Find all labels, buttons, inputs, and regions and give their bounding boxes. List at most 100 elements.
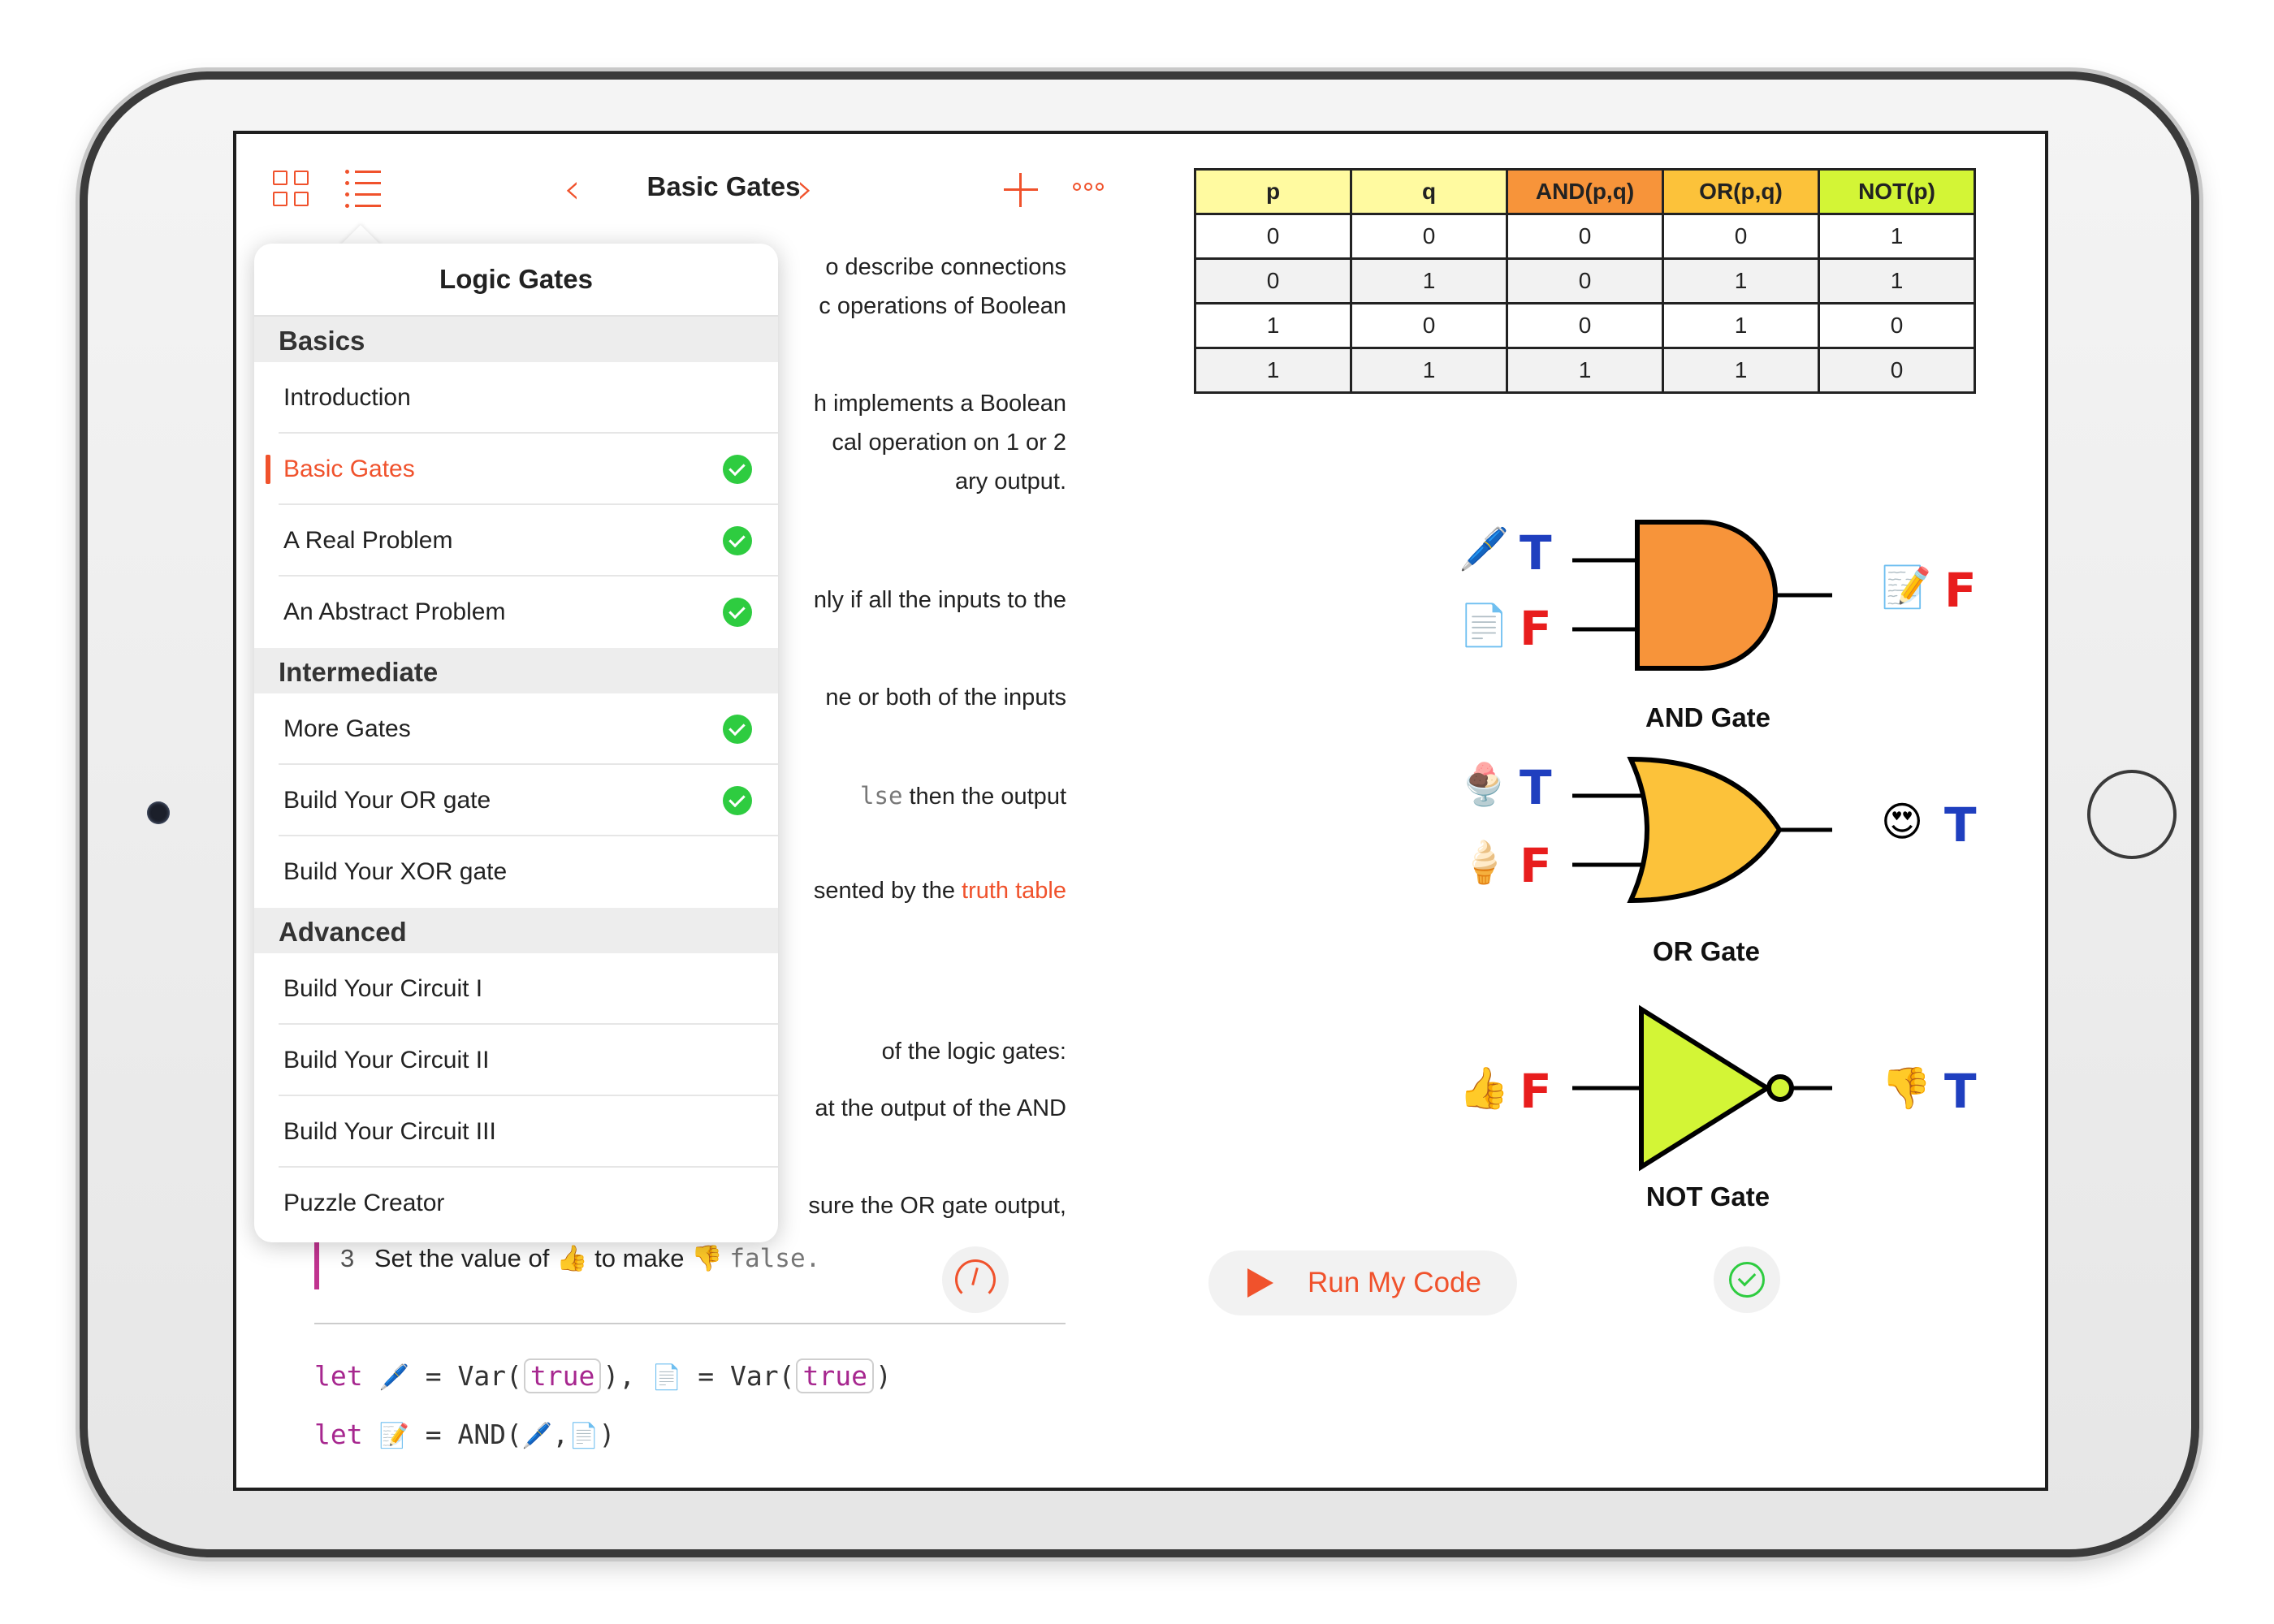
value-token[interactable]: true [523,1358,602,1393]
previous-page-icon[interactable]: ‹ [564,168,581,210]
speedometer-icon [955,1259,996,1300]
step-instruction: 3 Set the value of 👍 to make 👎 false. [340,1244,821,1273]
and-input-1-emoji: 🖊️ [1459,525,1510,572]
truth-table-cell: 0 [1506,213,1664,260]
prose-line: at the output of the AND [815,1095,1066,1121]
prose-line: sure the OR gate output, [808,1193,1066,1219]
chapter-item[interactable]: More Gates [254,693,778,765]
next-page-icon[interactable]: › [797,168,814,210]
truth-table-cell: 0 [1194,257,1352,304]
contents-popover: Logic Gates Basics Introduction Basic Gate… [254,244,778,1242]
not-output-value: T [1944,1064,1977,1119]
chapter-item-label: Build Your Circuit I [283,975,483,1002]
and-input-2-emoji: 📄 [1459,602,1510,649]
truth-table-cell: 1 [1506,347,1664,394]
chapter-item[interactable]: Puzzle Creator [254,1168,778,1239]
prose-line: ne or both of the inputs [825,685,1066,710]
check-done-button[interactable] [1714,1246,1780,1313]
chapter-item-label: Build Your OR gate [283,787,491,814]
chapter-item-label: Build Your Circuit III [283,1118,496,1145]
chapter-item-label: More Gates [283,715,411,742]
and-gate-symbol [1572,520,1832,671]
step-number: 3 [340,1244,355,1272]
and-input-2-value[interactable]: F [1520,605,1552,652]
not-input-emoji: 👍 [1459,1065,1510,1112]
table-of-contents-icon[interactable] [345,170,381,208]
prose-line: c operations of Boolean [819,293,1066,319]
step-through-speed-button[interactable] [942,1246,1009,1313]
chapter-item[interactable]: Build Your Circuit III [254,1096,778,1168]
truth-table-cell: 0 [1350,213,1508,260]
prose-line: h implements a Boolean [813,391,1066,417]
thumbs-down-emoji: 👎 [691,1244,723,1272]
value-token[interactable]: true [796,1358,874,1393]
chapter-list: Basics Introduction Basic Gates A Real Prob… [254,317,778,1239]
run-my-code-button[interactable]: Run My Code [1208,1250,1517,1315]
truth-table-cell: 0 [1350,302,1508,349]
not-input-value[interactable]: F [1520,1068,1552,1115]
chapter-item[interactable]: Introduction [254,362,778,434]
truth-table-cell: 0 [1662,213,1820,260]
chapter-item[interactable]: Build Your Circuit I [254,953,778,1025]
table-row: 00001 [1194,213,1976,260]
table-row: 10010 [1194,302,1976,349]
chapter-item[interactable]: Basic Gates [254,434,778,505]
truth-table: p q AND(p,q) OR(p,q) NOT(p) 0000101011100101… [1194,168,1976,394]
code-line-2[interactable]: let 📝 = AND(🖊️,📄) [314,1419,615,1450]
add-icon[interactable] [1004,173,1038,207]
truth-table-cell: 1 [1350,257,1508,304]
not-gate-symbol [1572,1004,1832,1172]
or-input-1-value[interactable]: T [1520,764,1552,811]
truth-table-header-cell: AND(p,q) [1506,168,1664,215]
prose-line: o describe connections [825,254,1066,280]
section-header: Advanced [254,908,778,953]
truth-table-cell: 0 [1818,347,1976,394]
or-input-2-emoji: 🍦 [1459,839,1510,886]
completed-check-icon [723,786,752,815]
left-pane: ‹ Basic Gates › o describe connections c … [236,134,1150,1488]
or-input-2-value[interactable]: F [1520,842,1552,889]
truth-table-cell: 0 [1506,302,1664,349]
truth-table-cell: 1 [1662,257,1820,304]
home-button[interactable] [2087,770,2177,859]
prose-line: cal operation on 1 or 2 [832,430,1066,456]
chapter-item[interactable]: A Real Problem [254,505,778,577]
and-input-1-value[interactable]: T [1520,529,1552,577]
chapter-item[interactable]: Build Your XOR gate [254,836,778,908]
truth-table-cell: 0 [1506,257,1664,304]
prose-line: lse then the output [860,782,1066,810]
chapter-item[interactable]: An Abstract Problem [254,577,778,648]
not-gate-label: NOT Gate [1645,1181,1770,1212]
truth-table-cell: 1 [1662,347,1820,394]
chapter-item[interactable]: Build Your Circuit II [254,1025,778,1096]
popover-title: Logic Gates [254,244,778,317]
truth-table-header: p q AND(p,q) OR(p,q) NOT(p) [1194,168,1976,215]
play-icon [1247,1268,1273,1298]
truth-table-body: 00001010111001011110 [1194,213,1976,394]
prose-line: nly if all the inputs to the [813,587,1066,613]
section-header: Basics [254,317,778,362]
checkmark-icon [1729,1262,1765,1298]
not-output-emoji: 👎 [1881,1065,1932,1112]
or-gate-label: OR Gate [1652,936,1761,966]
and-gate-label: AND Gate [1645,702,1771,732]
truth-table-cell: 1 [1818,257,1976,304]
truth-table-cell: 1 [1350,347,1508,394]
chapter-item[interactable]: Build Your OR gate [254,765,778,836]
completed-check-icon [723,455,752,484]
chapter-item-label: A Real Problem [283,527,453,554]
or-output-value: T [1944,797,1977,853]
truth-table-header-cell: p [1194,168,1352,215]
completed-check-icon [723,715,752,744]
truth-table-link[interactable]: truth table [962,878,1066,904]
truth-table-cell: 1 [1194,302,1352,349]
code-line-1[interactable]: let 🖊️ = Var(true), 📄 = Var(true) [314,1358,892,1393]
grid-view-icon[interactable] [273,171,309,206]
completed-check-icon [723,598,752,627]
completed-check-icon [723,526,752,555]
or-gate-symbol [1572,756,1832,904]
chapter-item-label: Build Your XOR gate [283,858,508,885]
truth-table-header-cell: OR(p,q) [1662,168,1820,215]
and-output-value: F [1944,563,1977,618]
more-options-icon[interactable] [1073,183,1104,191]
